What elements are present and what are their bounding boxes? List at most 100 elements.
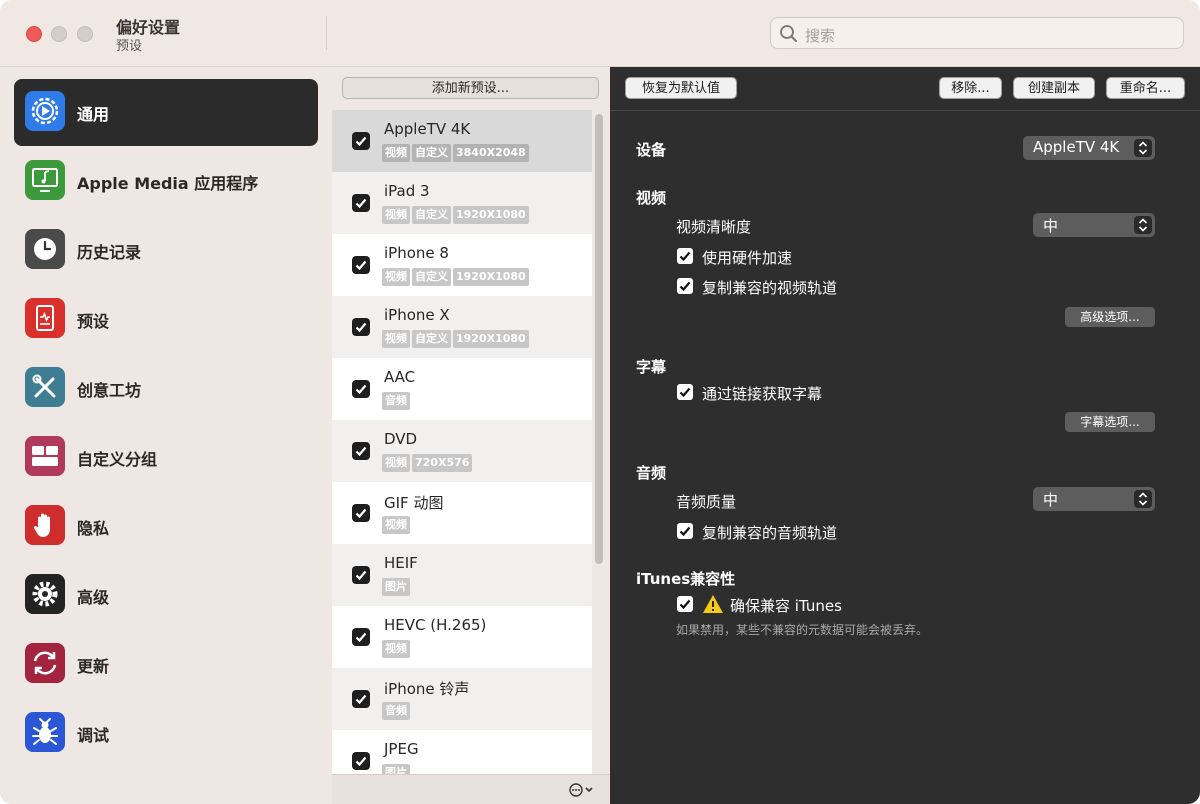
sidebar-item-apple-media-apps[interactable]: Apple Media 应用程序 [14, 148, 318, 215]
sidebar-item-updates[interactable]: 更新 [14, 631, 318, 698]
preset-tag: 720X576 [412, 454, 473, 472]
search-placeholder: 搜索 [805, 27, 836, 45]
hw-accel-checkbox[interactable] [677, 248, 693, 264]
audio-quality-popup[interactable]: 中 [1033, 487, 1155, 511]
list-item[interactable]: AppleTV 4K 视频 自定义 3840X2048 [332, 110, 592, 172]
preset-tag: 音频 [382, 392, 410, 410]
sidebar-item-workshop[interactable]: 创意工坊 [14, 355, 318, 422]
sidebar-item-label: 更新 [77, 657, 110, 676]
preset-checkbox[interactable] [352, 752, 370, 770]
preferences-window: 偏好设置 预设 搜索 通用 Apple Media 应用程序 历史记录 预设 创… [0, 0, 1200, 804]
rename-button[interactable]: 重命名... [1106, 77, 1185, 99]
preset-checkbox[interactable] [352, 566, 370, 584]
preset-tags: 音频 [382, 702, 412, 720]
audio-quality-value: 中 [1043, 491, 1059, 509]
remove-button[interactable]: 移除... [939, 77, 1002, 99]
preset-title: iPad 3 [384, 182, 430, 200]
list-item[interactable]: DVD 视频 720X576 [332, 420, 592, 482]
list-item[interactable]: iPad 3 视频 自定义 1920X1080 [332, 172, 592, 234]
search-field[interactable]: 搜索 [770, 17, 1184, 49]
list-item[interactable]: JPEG 图片 [332, 730, 592, 774]
preset-list-scrollbar[interactable] [595, 114, 603, 564]
preset-title: iPhone 铃声 [384, 680, 470, 698]
gear-badge-icon [25, 91, 65, 131]
sidebar-item-debug[interactable]: 调试 [14, 700, 318, 767]
sidebar-item-label: 历史记录 [77, 243, 142, 262]
preset-checkbox[interactable] [352, 690, 370, 708]
preset-title: DVD [384, 430, 418, 448]
sidebar-item-history[interactable]: 历史记录 [14, 217, 318, 284]
sidebar-item-custom-groups[interactable]: 自定义分组 [14, 424, 318, 491]
sidebar-item-label: 创意工坊 [77, 381, 142, 400]
preset-checkbox[interactable] [352, 442, 370, 460]
list-item[interactable]: GIF 动图 视频 [332, 482, 592, 544]
refresh-icon [25, 643, 65, 683]
add-preset-button[interactable]: 添加新预设... [342, 77, 599, 99]
preset-tag: 视频 [382, 144, 410, 162]
itunes-compat-label: 确保兼容 iTunes [730, 597, 842, 615]
sidebar-item-label: 高级 [77, 588, 110, 607]
video-quality-popup[interactable]: 中 [1033, 213, 1155, 237]
preset-tag: 视频 [382, 330, 410, 348]
more-options-button[interactable] [568, 781, 600, 799]
video-quality-label: 视频清晰度 [676, 218, 752, 236]
grid-icon [25, 436, 65, 476]
subtitle-options-button[interactable]: 字幕选项... [1065, 412, 1155, 432]
fetch-subtitles-label: 通过链接获取字幕 [702, 385, 823, 403]
document-icon [25, 298, 65, 338]
minimize-window-button[interactable] [51, 26, 67, 42]
subtitles-section-heading: 字幕 [636, 358, 667, 376]
preset-checkbox[interactable] [352, 256, 370, 274]
preset-tags: 图片 [382, 578, 412, 596]
sidebar: 通用 Apple Media 应用程序 历史记录 预设 创意工坊 自定义分组 隐… [0, 67, 332, 804]
list-item[interactable]: HEVC (H.265) 视频 [332, 606, 592, 668]
advanced-options-button[interactable]: 高级选项... [1065, 307, 1155, 327]
audio-section-heading: 音频 [636, 464, 667, 482]
preset-checkbox[interactable] [352, 318, 370, 336]
sidebar-item-privacy[interactable]: 隐私 [14, 493, 318, 560]
search-icon [779, 24, 799, 48]
preset-list-panel: 添加新预设... AppleTV 4K 视频 自定义 3840X2048 iPad … [332, 67, 610, 804]
monitor-music-icon [25, 160, 65, 200]
preset-tags: 视频 [382, 516, 412, 534]
preset-tag: 1920X1080 [453, 206, 529, 224]
preset-tag: 3840X2048 [453, 144, 529, 162]
list-item[interactable]: HEIF 图片 [332, 544, 592, 606]
preset-checkbox[interactable] [352, 132, 370, 150]
list-item[interactable]: iPhone X 视频 自定义 1920X1080 [332, 296, 592, 358]
copy-video-label: 复制兼容的视频轨道 [702, 279, 838, 297]
preset-tags: 视频 自定义 3840X2048 [382, 144, 531, 162]
preset-checkbox[interactable] [352, 628, 370, 646]
tools-icon [25, 367, 65, 407]
window-subtitle: 预设 [116, 39, 143, 54]
preset-title: GIF 动图 [384, 494, 444, 512]
itunes-section-heading: iTunes兼容性 [636, 570, 736, 588]
sidebar-item-presets[interactable]: 预设 [14, 286, 318, 353]
preset-checkbox[interactable] [352, 504, 370, 522]
duplicate-button[interactable]: 创建副本 [1013, 77, 1095, 99]
list-item[interactable]: iPhone 8 视频 自定义 1920X1080 [332, 234, 592, 296]
sidebar-item-advanced[interactable]: 高级 [14, 562, 318, 629]
copy-audio-checkbox[interactable] [677, 523, 693, 539]
sidebar-item-general[interactable]: 通用 [14, 79, 318, 146]
preset-checkbox[interactable] [352, 194, 370, 212]
fetch-subtitles-checkbox[interactable] [677, 384, 693, 400]
preset-tag: 自定义 [412, 206, 451, 224]
itunes-compat-checkbox[interactable] [677, 596, 693, 612]
device-popup[interactable]: AppleTV 4K [1023, 136, 1155, 160]
title-separator [326, 16, 327, 50]
reset-defaults-button[interactable]: 恢复为默认值 [625, 77, 737, 99]
hw-accel-label: 使用硬件加速 [702, 249, 793, 267]
preset-tag: 音频 [382, 702, 410, 720]
close-window-button[interactable] [26, 26, 42, 42]
gear-icon [25, 574, 65, 614]
preset-checkbox[interactable] [352, 380, 370, 398]
list-item[interactable]: AAC 音频 [332, 358, 592, 420]
zoom-window-button[interactable] [77, 26, 93, 42]
preset-tag: 视频 [382, 206, 410, 224]
preset-tag: 自定义 [412, 268, 451, 286]
list-item[interactable]: iPhone 铃声 音频 [332, 668, 592, 730]
video-section-heading: 视频 [636, 189, 667, 207]
copy-video-checkbox[interactable] [677, 278, 693, 294]
preset-title: HEVC (H.265) [384, 616, 487, 634]
